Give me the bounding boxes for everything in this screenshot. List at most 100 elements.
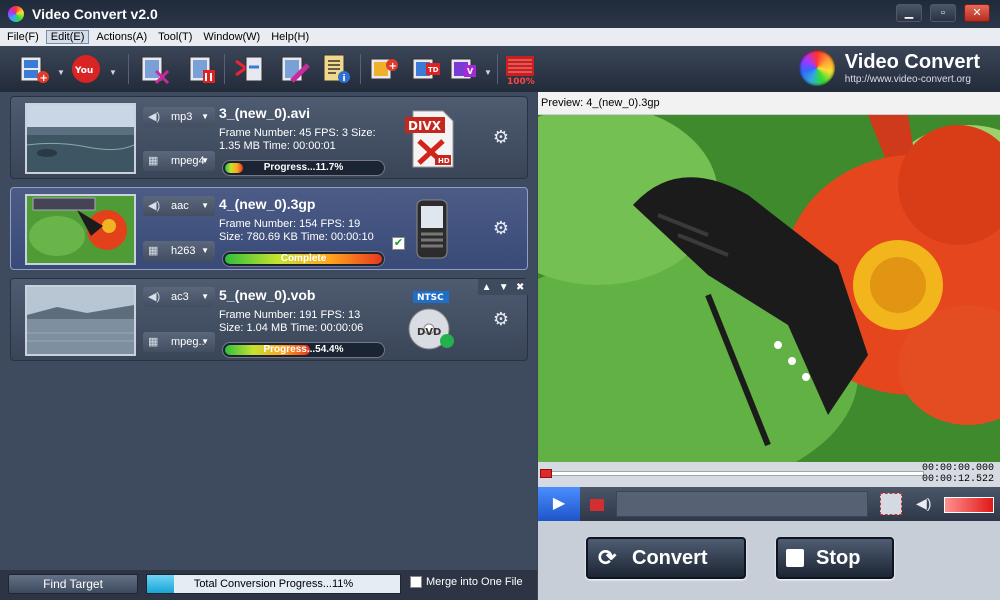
stop-icon — [786, 549, 804, 567]
audio-codec-select[interactable]: ◀) mp3 ▼ — [143, 107, 215, 127]
toolbar-separator — [128, 54, 129, 84]
toolbar-separator — [497, 54, 498, 84]
video-codec-value: mpeg4 — [171, 155, 205, 167]
seek-handle[interactable] — [540, 469, 552, 478]
playback-controls: ▶ ◀) — [538, 487, 1000, 521]
move-down-icon[interactable]: ▼ — [499, 282, 509, 293]
video-codec-select[interactable]: ▦ h263 ▼ — [143, 241, 215, 261]
video-codec-value: mpeg.. — [171, 336, 205, 348]
stop-button[interactable]: Stop — [776, 537, 894, 579]
item-progress-bar: Progress...11.7% — [222, 160, 385, 176]
minimize-button[interactable]: ▁ — [896, 4, 922, 22]
video-info-button[interactable]: i — [320, 53, 352, 85]
play-button[interactable]: ▶ — [538, 487, 580, 521]
volume-icon[interactable]: ◀) — [916, 495, 931, 512]
output-dropdown-icon[interactable]: ▼ — [484, 68, 492, 77]
zoom-label: 100% — [507, 77, 535, 85]
volume-slider[interactable] — [944, 497, 994, 513]
item-progress-bar: Complete — [222, 251, 385, 267]
zoom-100-button[interactable]: 100% — [504, 53, 536, 87]
add-video-dropdown-icon[interactable]: ▼ — [57, 68, 65, 77]
convert-button[interactable]: ⟳ Convert — [586, 537, 746, 579]
video-codec-value: h263 — [171, 245, 196, 257]
find-target-button[interactable]: Find Target — [8, 574, 138, 594]
video-thumbnail[interactable] — [25, 285, 136, 356]
merge-checkbox-box[interactable] — [410, 576, 422, 588]
delete-video-button[interactable] — [186, 53, 218, 85]
brand-url[interactable]: http://www.video-convert.org — [845, 74, 980, 85]
trim-button[interactable] — [232, 53, 264, 85]
playback-track — [616, 491, 868, 517]
file-name: 4_(new_0).3gp — [219, 196, 316, 212]
add-youtube-button[interactable]: You — [70, 53, 102, 85]
convert-label: Convert — [632, 547, 708, 569]
video-codec-select[interactable]: ▦ mpeg.. ▼ — [143, 332, 215, 352]
format-label: NTSC — [417, 293, 444, 303]
menu-file[interactable]: File(F) — [3, 31, 43, 43]
item-controls: ▲ ▼ ✖ — [478, 279, 528, 295]
audio-codec-select[interactable]: ◀) ac3 ▼ — [143, 287, 215, 307]
file-info: Frame Number: 45 FPS: 3 Size: 1.35 MB Ti… — [219, 127, 376, 152]
edit-effect-button[interactable] — [278, 53, 310, 85]
output-video-button[interactable]: V — [448, 53, 480, 85]
film-icon: ▦ — [148, 336, 159, 348]
chevron-down-icon: ▼ — [201, 112, 209, 121]
add-to-output-button[interactable]: + — [368, 53, 400, 85]
audio-codec-select[interactable]: ◀) aac ▼ — [143, 196, 215, 216]
svg-text:+: + — [40, 73, 48, 84]
file-item[interactable]: ◀) mp3 ▼ ▦ mpeg4 ▼ 3_(new_0).avi Frame Numbe… — [10, 96, 528, 179]
menu-help[interactable]: Help(H) — [267, 31, 313, 43]
file-item[interactable]: ◀) ac3 ▼ ▦ mpeg.. ▼ 5_(new_0).vob Frame Numb… — [10, 278, 528, 361]
youtube-dropdown-icon[interactable]: ▼ — [109, 68, 117, 77]
preview-label: Preview: 4_(new_0).3gp — [538, 92, 1000, 114]
chevron-down-icon: ▼ — [201, 156, 209, 165]
close-button[interactable]: ✕ — [964, 4, 990, 22]
total-progress-text: Total Conversion Progress...11% — [193, 578, 354, 590]
phone-format-icon[interactable] — [401, 196, 461, 262]
file-list: ◀) mp3 ▼ ▦ mpeg4 ▼ 3_(new_0).avi Frame Numbe… — [0, 92, 537, 570]
format-label: DIVX — [408, 119, 442, 133]
convert-icon: ⟳ — [598, 545, 617, 570]
file-item[interactable]: ◀) aac ▼ ▦ h263 ▼ 4_(new_0).3gp Frame Number… — [10, 187, 528, 270]
add-video-button[interactable]: + — [18, 53, 50, 85]
settings-gear-icon[interactable]: ⚙ — [491, 127, 511, 147]
divx-format-icon[interactable]: DIVX HD — [401, 105, 461, 171]
svg-text:TD: TD — [428, 66, 439, 74]
progress-text: Complete — [280, 253, 327, 264]
video-thumbnail[interactable] — [25, 194, 136, 265]
audio-codec-value: aac — [171, 200, 189, 212]
snapshot-icon[interactable] — [880, 493, 902, 515]
settings-gear-icon[interactable]: ⚙ — [491, 218, 511, 238]
menu-actions[interactable]: Actions(A) — [92, 31, 151, 43]
total-time: 00:00:12.522 — [921, 474, 994, 485]
title-bar: Video Convert v2.0 ▁ ▫ ✕ — [0, 0, 1000, 28]
progress-text: Progress...54.4% — [263, 344, 344, 355]
settings-gear-icon[interactable]: ⚙ — [491, 309, 511, 329]
brand-logo-icon — [798, 50, 835, 86]
merge-checkbox[interactable]: Merge into One File — [410, 576, 523, 588]
output-format-button[interactable]: TD — [410, 53, 442, 85]
clip-video-button[interactable] — [138, 53, 170, 85]
video-codec-select[interactable]: ▦ mpeg4 ▼ — [143, 151, 215, 171]
maximize-button[interactable]: ▫ — [930, 4, 956, 22]
menu-edit[interactable]: Edit(E) — [45, 30, 90, 44]
speaker-icon: ◀) — [148, 111, 161, 123]
seek-bar[interactable]: 00:00:00.000 00:00:12.522 — [538, 462, 1000, 487]
video-preview[interactable] — [538, 115, 1000, 462]
remove-item-icon[interactable]: ✖ — [516, 282, 524, 293]
menu-tool[interactable]: Tool(T) — [154, 31, 196, 43]
video-thumbnail[interactable] — [25, 103, 136, 174]
format-sub: HD — [438, 157, 450, 165]
move-up-icon[interactable]: ▲ — [482, 282, 492, 293]
stop-playback-button[interactable] — [590, 499, 604, 511]
file-name: 3_(new_0).avi — [219, 105, 311, 121]
menu-window[interactable]: Window(W) — [199, 31, 264, 43]
chevron-down-icon: ▼ — [201, 246, 209, 255]
menu-bar: File(F) Edit(E) Actions(A) Tool(T) Windo… — [0, 28, 1000, 46]
chevron-down-icon: ▼ — [201, 292, 209, 301]
seek-track[interactable] — [540, 471, 924, 476]
file-info: Frame Number: 191 FPS: 13 Size: 1.04 MB … — [219, 309, 364, 334]
file-info: Frame Number: 154 FPS: 19 Size: 780.69 K… — [219, 218, 374, 243]
dvd-format-icon[interactable]: NTSC DVD — [401, 287, 461, 353]
svg-text:+: + — [389, 61, 397, 72]
